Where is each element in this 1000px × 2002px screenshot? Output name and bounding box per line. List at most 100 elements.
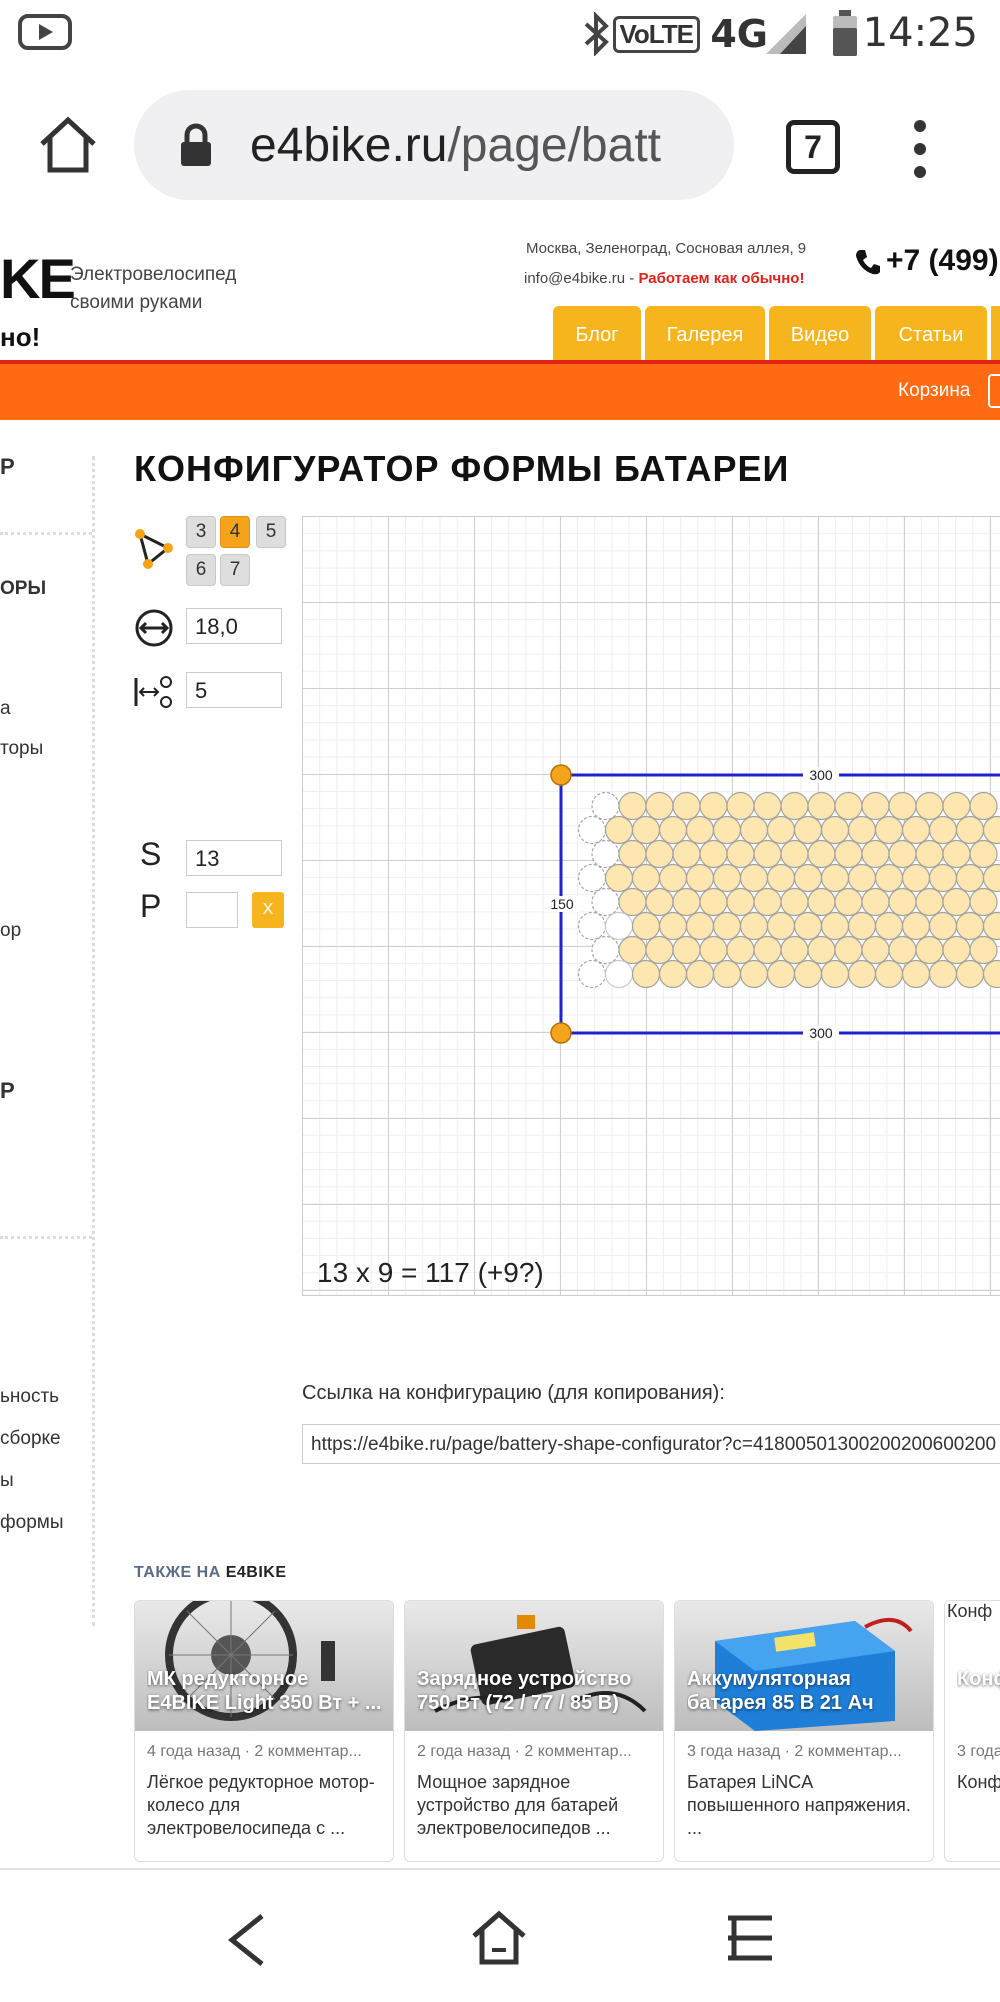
battery-cell[interactable]	[862, 841, 889, 868]
sidebar-item[interactable]: сборке	[0, 1428, 61, 1450]
battery-cell[interactable]	[619, 793, 646, 820]
battery-cell[interactable]	[727, 937, 754, 964]
sidebar-item[interactable]: ьность	[0, 1386, 59, 1408]
battery-cell[interactable]	[606, 817, 633, 844]
battery-cell[interactable]	[849, 913, 876, 940]
cell-gap-input[interactable]: 5	[186, 672, 282, 708]
battery-cell[interactable]	[957, 865, 984, 892]
tab-switcher-button[interactable]: 7	[786, 120, 840, 174]
empty-cell-slot[interactable]	[579, 865, 606, 892]
recent-apps-icon[interactable]	[724, 1912, 776, 1964]
battery-cell[interactable]	[795, 913, 822, 940]
battery-cell[interactable]	[862, 793, 889, 820]
related-card[interactable]: МК редукторноеE4BIKE Light 350 Вт + ... …	[134, 1600, 394, 1862]
battery-cell[interactable]	[876, 817, 903, 844]
battery-cell[interactable]	[849, 865, 876, 892]
battery-cell[interactable]	[727, 841, 754, 868]
battery-cell[interactable]	[808, 793, 835, 820]
battery-cell[interactable]	[700, 841, 727, 868]
phone-number[interactable]: +7 (499)	[886, 244, 999, 278]
battery-cell[interactable]	[876, 961, 903, 988]
email-link[interactable]: info@e4bike.ru	[524, 270, 625, 287]
home-nav-icon[interactable]	[470, 1908, 528, 1968]
battery-cell[interactable]	[727, 889, 754, 916]
battery-cell[interactable]	[822, 913, 849, 940]
battery-cell[interactable]	[768, 817, 795, 844]
battery-cell[interactable]	[660, 913, 687, 940]
battery-cell[interactable]	[660, 961, 687, 988]
empty-cell-slot[interactable]	[579, 913, 606, 940]
battery-cell[interactable]	[835, 841, 862, 868]
battery-cell[interactable]	[700, 793, 727, 820]
battery-cell[interactable]	[943, 889, 970, 916]
battery-cell[interactable]	[889, 937, 916, 964]
config-link-field[interactable]: https://e4bike.ru/page/battery-shape-con…	[302, 1424, 1000, 1464]
battery-cell[interactable]	[930, 913, 957, 940]
battery-cell[interactable]	[781, 841, 808, 868]
battery-cell[interactable]	[916, 889, 943, 916]
empty-cell-slot[interactable]	[579, 817, 606, 844]
empty-cell-slot[interactable]	[606, 913, 633, 940]
cell-diameter-input[interactable]: 18,0	[186, 608, 282, 644]
frame-handle-top-left[interactable]	[551, 765, 571, 785]
battery-cell[interactable]	[943, 793, 970, 820]
battery-cell[interactable]	[984, 913, 1000, 940]
sidebar-heading[interactable]: Р	[0, 454, 15, 480]
battery-cell[interactable]	[660, 865, 687, 892]
battery-cell[interactable]	[943, 937, 970, 964]
battery-cell[interactable]	[619, 937, 646, 964]
related-card[interactable]: Конф Конф 3 года Конф	[944, 1600, 1000, 1862]
parallel-input[interactable]	[186, 892, 238, 928]
battery-cell[interactable]	[916, 841, 943, 868]
battery-cell[interactable]	[835, 889, 862, 916]
battery-cell[interactable]	[903, 865, 930, 892]
battery-cell[interactable]	[930, 865, 957, 892]
battery-cell[interactable]	[633, 865, 660, 892]
battery-cell[interactable]	[822, 961, 849, 988]
battery-cell[interactable]	[835, 937, 862, 964]
battery-cell[interactable]	[687, 961, 714, 988]
battery-cell[interactable]	[781, 793, 808, 820]
sidebar-heading[interactable]: Р	[0, 1078, 15, 1104]
battery-cell[interactable]	[849, 961, 876, 988]
battery-cell[interactable]	[970, 889, 997, 916]
home-icon[interactable]	[36, 114, 100, 178]
battery-cell[interactable]	[876, 913, 903, 940]
battery-cell[interactable]	[795, 817, 822, 844]
battery-cell[interactable]	[916, 937, 943, 964]
empty-cell-slot[interactable]	[592, 841, 619, 868]
battery-cell[interactable]	[700, 937, 727, 964]
battery-cell[interactable]	[646, 793, 673, 820]
battery-cell[interactable]	[633, 913, 660, 940]
battery-cell[interactable]	[822, 817, 849, 844]
battery-cell[interactable]	[957, 913, 984, 940]
battery-cell[interactable]	[957, 817, 984, 844]
battery-cell[interactable]	[727, 793, 754, 820]
battery-cell[interactable]	[781, 937, 808, 964]
battery-cell[interactable]	[808, 889, 835, 916]
battery-cell[interactable]	[970, 937, 997, 964]
battery-cell[interactable]	[754, 841, 781, 868]
battery-cell[interactable]	[808, 937, 835, 964]
nav-tab-gallery[interactable]: Галерея	[645, 306, 765, 364]
battery-cell[interactable]	[768, 961, 795, 988]
battery-cell[interactable]	[741, 865, 768, 892]
sidebar-item[interactable]: а	[0, 698, 11, 720]
battery-cell[interactable]	[619, 889, 646, 916]
battery-cell[interactable]	[943, 841, 970, 868]
battery-cell[interactable]	[903, 817, 930, 844]
battery-cell[interactable]	[930, 817, 957, 844]
battery-cell[interactable]	[714, 865, 741, 892]
battery-cell[interactable]	[781, 889, 808, 916]
logo-fragment[interactable]: KE	[0, 246, 74, 311]
nav-tab-partial[interactable]	[991, 306, 1000, 364]
empty-cell-slot[interactable]	[606, 961, 633, 988]
battery-cell[interactable]	[862, 889, 889, 916]
battery-cell[interactable]	[984, 817, 1000, 844]
neighbors-option-7[interactable]: 7	[220, 554, 250, 586]
battery-cell[interactable]	[957, 961, 984, 988]
nav-tab-video[interactable]: Видео	[769, 306, 871, 364]
battery-layout[interactable]: 300 300 150	[303, 517, 1000, 1295]
battery-cell[interactable]	[606, 865, 633, 892]
battery-cell[interactable]	[619, 841, 646, 868]
